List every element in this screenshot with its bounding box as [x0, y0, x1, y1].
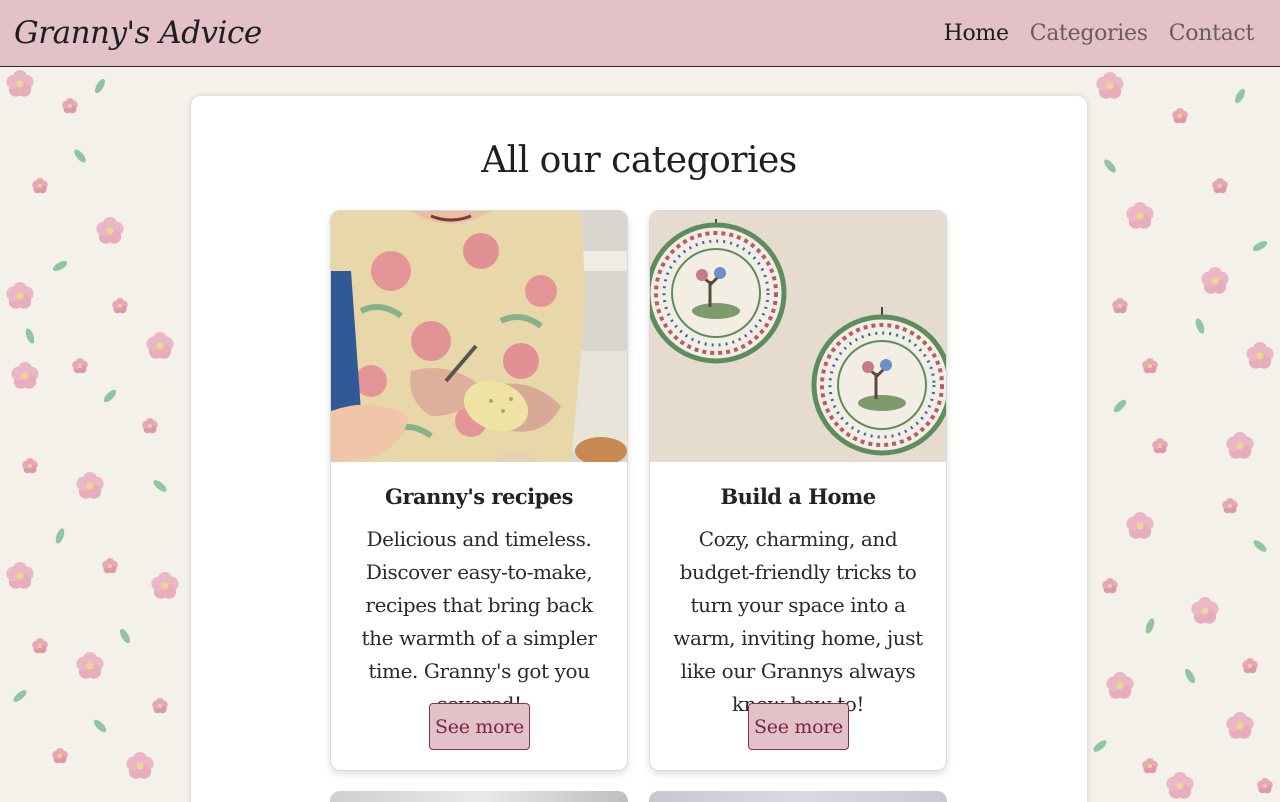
- nav-categories[interactable]: Categories: [1030, 21, 1148, 46]
- category-card-peek-4: [649, 791, 947, 802]
- categories-panel: All our categories Granny's recipes Deli…: [191, 96, 1087, 802]
- see-more-recipes-button[interactable]: See more: [429, 703, 530, 750]
- category-card-peek-3: [330, 791, 628, 802]
- category-card-recipes: Granny's recipes Delicious and timeless.…: [330, 210, 628, 771]
- see-more-home-button[interactable]: See more: [748, 703, 849, 750]
- main-nav: Home Categories Contact: [944, 21, 1266, 46]
- page-title: All our categories: [481, 140, 797, 181]
- decorative-wall-plates-image: [650, 211, 946, 462]
- card-text-home: Cozy, charming, and budget-friendly tric…: [673, 527, 923, 716]
- brand-logo[interactable]: Granny's Advice: [14, 15, 262, 51]
- card-text-recipes: Delicious and timeless. Discover easy-to…: [361, 527, 597, 716]
- card-title-home: Build a Home: [720, 484, 876, 509]
- card-title-recipes: Granny's recipes: [385, 484, 573, 509]
- category-card-home: Build a Home Cozy, charming, and budget-…: [649, 210, 947, 771]
- nav-home[interactable]: Home: [944, 21, 1009, 46]
- card-image-home: [650, 211, 946, 462]
- nav-contact[interactable]: Contact: [1169, 21, 1255, 46]
- granny-peeling-potato-image: [331, 211, 627, 462]
- card-image-recipes: [331, 211, 627, 462]
- top-navbar: Granny's Advice Home Categories Contact: [0, 0, 1280, 67]
